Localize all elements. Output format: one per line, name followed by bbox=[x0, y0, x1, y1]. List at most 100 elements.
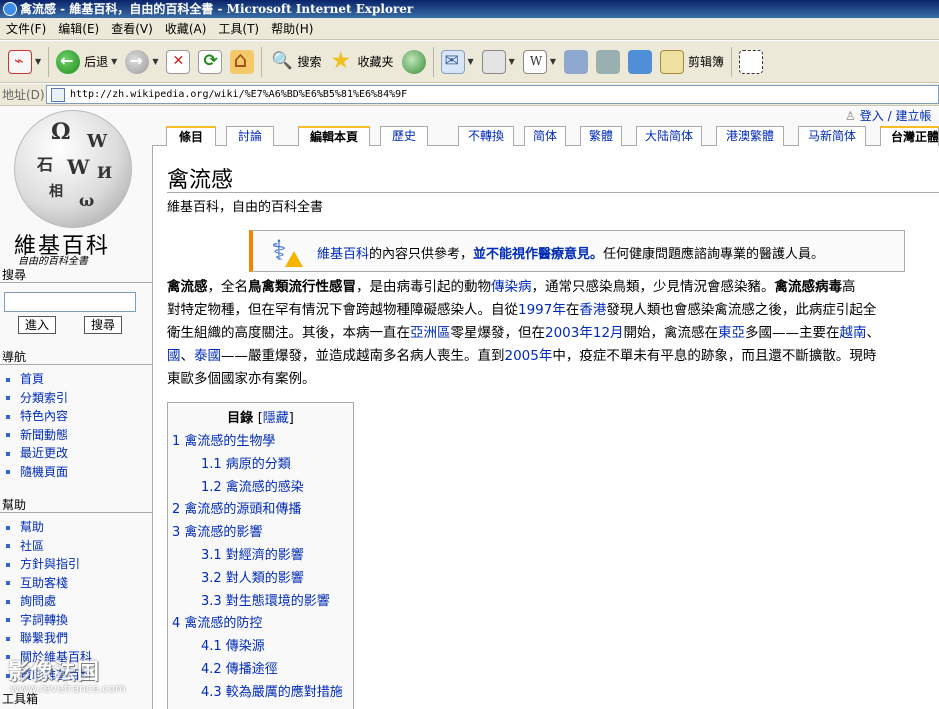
medical-disclaimer: ⚕ 維基百科的內容只供參考，並不能視作醫療意見。任何健康問題應諮詢專業的醫護人員… bbox=[249, 230, 905, 272]
search-input[interactable] bbox=[4, 292, 136, 312]
page-tabs: 條目 討論 編輯本頁 歷史 不轉換 简体 繁體 大陆简体 港澳繁體 马新简体 台… bbox=[152, 126, 939, 146]
address-field[interactable]: http://zh.wikipedia.org/wiki/%E7%A6%BD%E… bbox=[46, 85, 939, 104]
text: 衛生組織的高度關注。其後，本病一直在 bbox=[167, 325, 410, 341]
forward-button[interactable]: ▼ bbox=[121, 44, 162, 80]
nav-item-main-page[interactable]: 首頁 bbox=[6, 370, 68, 389]
link-dec-2003[interactable]: 2003年12月 bbox=[545, 325, 624, 341]
discuss-button[interactable] bbox=[560, 44, 592, 80]
chevron-down-icon[interactable]: ▼ bbox=[152, 57, 158, 66]
help-item-policy[interactable]: 方針與指引 bbox=[6, 555, 92, 574]
menu-view[interactable]: 查看(V) bbox=[107, 18, 161, 40]
address-url[interactable]: http://zh.wikipedia.org/wiki/%E7%A6%BD%E… bbox=[70, 89, 407, 100]
link-1997[interactable]: 1997年 bbox=[518, 302, 566, 318]
edit-button[interactable]: ▼ bbox=[519, 44, 560, 80]
toc-item[interactable]: 3.3 對生態環境的影響 bbox=[172, 591, 343, 614]
discuss-icon bbox=[563, 49, 588, 74]
toc-item[interactable]: 3.2 對人類的影響 bbox=[172, 568, 343, 591]
tab-edit[interactable]: 編輯本頁 bbox=[298, 126, 370, 146]
page-title: 禽流感 bbox=[167, 168, 234, 193]
select-area-button[interactable] bbox=[735, 44, 767, 80]
home-button[interactable] bbox=[226, 44, 258, 80]
chevron-down-icon[interactable]: ▼ bbox=[550, 57, 556, 66]
link-east-asia[interactable]: 東亞 bbox=[718, 325, 745, 341]
toc-item[interactable]: 4.3 較為嚴厲的應對措施 bbox=[172, 682, 343, 705]
nav-item-categories[interactable]: 分類索引 bbox=[6, 389, 68, 408]
help-item-help-desk[interactable]: 詢問處 bbox=[6, 592, 92, 611]
search-button[interactable]: 搜尋 bbox=[84, 316, 123, 334]
table-of-contents: 目錄 [隱藏] 1 禽流感的生物學 1.1 病原的分類 1.2 禽流感的感染 2… bbox=[167, 402, 354, 709]
tab-taiwan[interactable]: 台灣正體 bbox=[880, 126, 939, 146]
toc-item[interactable]: 1 禽流感的生物學 bbox=[172, 431, 343, 454]
tab-mainland[interactable]: 大陆简体 bbox=[636, 126, 702, 146]
wikipedia-logo[interactable]: Ω W 石 W И 相 ω 維基百科 自由的百科全書 bbox=[12, 108, 138, 267]
link-asia[interactable]: 亞洲區 bbox=[410, 325, 451, 341]
tab-no-conversion[interactable]: 不轉換 bbox=[458, 126, 514, 146]
toc-item[interactable]: 4.2 傳播途徑 bbox=[172, 659, 343, 682]
login-link[interactable]: 登入 / 建立帳 bbox=[845, 107, 932, 124]
help-item-help[interactable]: 幫助 bbox=[6, 518, 92, 537]
link-vietnam[interactable]: 越南 bbox=[840, 325, 867, 341]
help-item-conversion[interactable]: 字詞轉換 bbox=[6, 611, 92, 630]
refresh-button[interactable] bbox=[194, 44, 226, 80]
stop-button[interactable] bbox=[162, 44, 194, 80]
tab-article[interactable]: 條目 bbox=[166, 126, 216, 146]
chevron-down-icon[interactable]: ▼ bbox=[468, 57, 474, 66]
title-bar: 禽流感 - 維基百科，自由的百科全書 - Microsoft Internet … bbox=[0, 0, 939, 18]
link-hong-kong[interactable]: 香港 bbox=[579, 302, 606, 318]
nav-item-featured[interactable]: 特色內容 bbox=[6, 407, 68, 426]
toc-item[interactable]: 4.1 傳染源 bbox=[172, 636, 343, 659]
help-item-contact[interactable]: 聯繫我們 bbox=[6, 629, 92, 648]
tab-discussion[interactable]: 討論 bbox=[226, 126, 274, 146]
research-button[interactable] bbox=[592, 44, 624, 80]
menu-file[interactable]: 文件(F) bbox=[2, 18, 54, 40]
tab-malaysia-singapore[interactable]: 马新简体 bbox=[798, 126, 866, 146]
help-item-community[interactable]: 社區 bbox=[6, 537, 92, 556]
menu-edit[interactable]: 编辑(E) bbox=[54, 18, 107, 40]
text: 高 bbox=[842, 279, 856, 295]
menu-tools[interactable]: 工具(T) bbox=[214, 18, 267, 40]
chevron-down-icon[interactable]: ▼ bbox=[35, 57, 41, 66]
nav-item-recent-changes[interactable]: 最近更改 bbox=[6, 444, 68, 463]
tab-simplified[interactable]: 简体 bbox=[524, 126, 566, 146]
chevron-down-icon[interactable]: ▼ bbox=[509, 57, 515, 66]
nav-item-news[interactable]: 新聞動態 bbox=[6, 426, 68, 445]
toc-item[interactable]: 2 禽流感的源頭和傳播 bbox=[172, 499, 343, 522]
nav-list: 首頁 分類索引 特色內容 新聞動態 最近更改 隨機頁面 bbox=[6, 370, 68, 481]
tab-traditional[interactable]: 繁體 bbox=[580, 126, 622, 146]
toc-item[interactable]: 1.2 禽流感的感染 bbox=[172, 477, 343, 500]
history-button[interactable] bbox=[398, 44, 430, 80]
page-subtitle: 維基百科，自由的百科全書 bbox=[167, 200, 324, 215]
nav-item-random[interactable]: 隨機頁面 bbox=[6, 463, 68, 482]
menu-help[interactable]: 帮助(H) bbox=[267, 18, 321, 40]
link-thailand[interactable]: 泰國 bbox=[194, 348, 221, 364]
favorites-button[interactable]: 收藏夹 bbox=[326, 44, 398, 80]
toc-item[interactable]: 3 禽流感的影響 bbox=[172, 522, 343, 545]
text: 、 bbox=[180, 348, 195, 364]
disclaimer-link[interactable]: 維基百科 bbox=[317, 247, 369, 262]
toc-hide-link[interactable]: 隱藏 bbox=[263, 411, 289, 426]
mail-button[interactable]: ▼ bbox=[437, 44, 478, 80]
disclaimer-text: 維基百科的內容只供參考，並不能視作醫療意見。任何健康問題應諮詢專業的醫護人員。 bbox=[317, 243, 824, 262]
back-button[interactable]: 后退▼ bbox=[52, 44, 121, 80]
help-item-village-pump[interactable]: 互助客棧 bbox=[6, 574, 92, 593]
text: 對特定物種，但在罕有情況下會跨越物種障礙感染人。自從 bbox=[167, 302, 518, 318]
nav-heading: 導航 bbox=[2, 350, 27, 364]
messenger-button[interactable] bbox=[624, 44, 656, 80]
toc-item[interactable]: 4 禽流感的防控 bbox=[172, 613, 343, 636]
toc-item[interactable]: 3.1 對經濟的影響 bbox=[172, 545, 343, 568]
menu-favorites[interactable]: 收藏(A) bbox=[161, 18, 215, 40]
research-icon bbox=[595, 49, 620, 74]
pdf-button[interactable]: ▼ bbox=[4, 44, 45, 80]
chevron-down-icon[interactable]: ▼ bbox=[111, 57, 117, 66]
link-country[interactable]: 國 bbox=[167, 348, 181, 364]
clipboard-icon bbox=[659, 49, 684, 74]
tab-hk-macau[interactable]: 港澳繁體 bbox=[716, 126, 784, 146]
link-2005[interactable]: 2005年 bbox=[505, 348, 553, 364]
toc-item[interactable]: 1.1 病原的分類 bbox=[172, 454, 343, 477]
clip-button[interactable]: 剪辑簿 bbox=[656, 44, 728, 80]
tab-history[interactable]: 歷史 bbox=[380, 126, 428, 146]
search-button[interactable]: 搜索 bbox=[265, 44, 325, 80]
print-button[interactable]: ▼ bbox=[478, 44, 519, 80]
link-infectious-disease[interactable]: 傳染病 bbox=[491, 279, 532, 295]
go-button[interactable]: 進入 bbox=[18, 316, 57, 334]
